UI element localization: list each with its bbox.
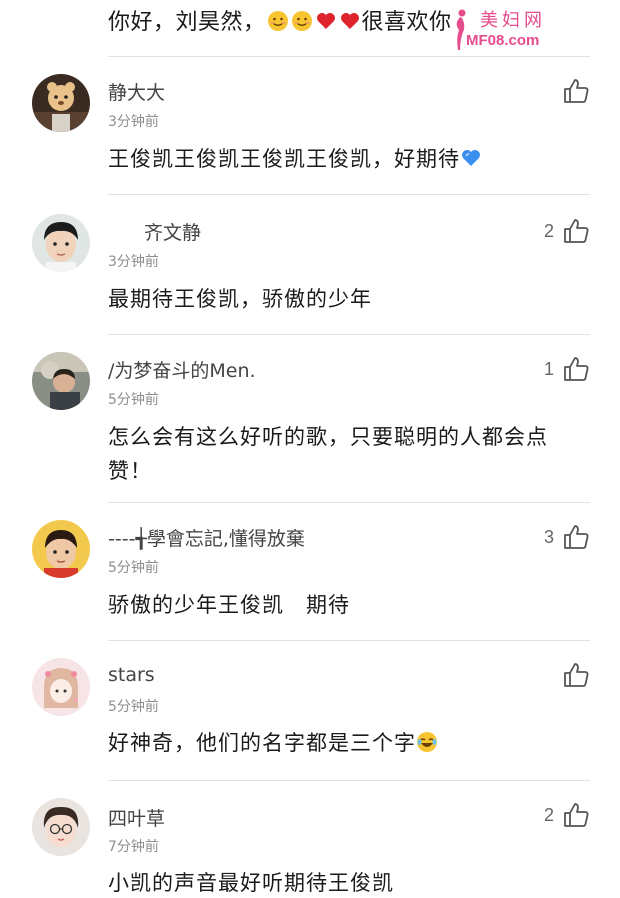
comment-text: 小凯的声音最好听期待王俊凯 bbox=[108, 871, 394, 895]
blue-heart-emoji bbox=[462, 150, 480, 166]
comment-feed: 你好，刘昊然， 很喜欢你 美妇网 MF08.com 静大大 3分钟前 王俊凯王俊… bbox=[0, 0, 620, 898]
comment-item: ----╅學會忘記,懂得放棄 5分钟前 3 骄傲的少年王俊凯 期待 bbox=[0, 502, 620, 640]
like-button[interactable] bbox=[554, 660, 590, 690]
comment-item: 四叶草 7分钟前 2 小凯的声音最好听期待王俊凯 bbox=[0, 780, 620, 898]
like-button[interactable]: 1 bbox=[544, 354, 590, 384]
avatar-image bbox=[32, 520, 90, 578]
like-button[interactable] bbox=[554, 76, 590, 106]
avatar[interactable] bbox=[32, 520, 90, 578]
thumbs-up-icon bbox=[564, 79, 589, 103]
top-comment-text-after: 很喜欢你 bbox=[361, 10, 452, 35]
avatar[interactable] bbox=[32, 214, 90, 272]
comment-item: /为梦奋斗的Men. 5分钟前 1 怎么会有这么好听的歌，只要聪明的人都会点赞！ bbox=[0, 334, 620, 502]
smile-emoji bbox=[291, 11, 312, 31]
like-button[interactable]: 3 bbox=[544, 522, 590, 552]
site-watermark: 美妇网 MF08.com bbox=[456, 6, 566, 54]
comment-content: 最期待王俊凯，骄傲的少年 bbox=[108, 282, 588, 316]
username[interactable]: ----╅學會忘記,懂得放棄 bbox=[108, 524, 305, 551]
thumbs-up-icon bbox=[564, 525, 589, 549]
comment-text: 骄傲的少年王俊凯 期待 bbox=[108, 593, 350, 617]
comment-item: stars 5分钟前 好神奇，他们的名字都是三个字 bbox=[0, 640, 620, 780]
avatar[interactable] bbox=[32, 74, 90, 132]
comment-content: 小凯的声音最好听期待王俊凯 bbox=[108, 866, 588, 898]
timestamp: 7分钟前 bbox=[108, 839, 159, 855]
username[interactable]: 四叶草 bbox=[108, 804, 165, 831]
like-count: 3 bbox=[543, 526, 554, 547]
like-count: 1 bbox=[543, 358, 554, 379]
like-count: 2 bbox=[543, 220, 554, 241]
timestamp: 3分钟前 bbox=[108, 114, 159, 130]
comment-text: 好神奇，他们的名字都是三个字 bbox=[108, 731, 416, 755]
timestamp: 5分钟前 bbox=[108, 560, 159, 576]
username[interactable]: stars bbox=[108, 664, 155, 686]
thumbs-up-icon bbox=[564, 803, 589, 827]
avatar-image bbox=[32, 74, 90, 132]
comment-item: 静大大 3分钟前 王俊凯王俊凯王俊凯王俊凯，好期待 bbox=[0, 56, 620, 194]
comment-text: 最期待王俊凯，骄傲的少年 bbox=[108, 287, 372, 311]
like-button[interactable]: 2 bbox=[544, 800, 590, 830]
avatar[interactable] bbox=[32, 798, 90, 856]
thumbs-up-icon bbox=[564, 663, 589, 687]
like-count: 2 bbox=[543, 804, 554, 825]
watermark-url: MF08.com bbox=[466, 32, 540, 49]
timestamp: 5分钟前 bbox=[108, 699, 159, 715]
watermark-title: 美妇网 bbox=[480, 10, 546, 31]
thumbs-up-icon bbox=[564, 219, 589, 243]
thumbs-up-icon bbox=[564, 357, 589, 381]
avatar-image bbox=[32, 798, 90, 856]
comment-content: 怎么会有这么好听的歌，只要聪明的人都会点赞！ bbox=[108, 420, 578, 488]
avatar-image bbox=[32, 658, 90, 716]
avatar-image bbox=[32, 214, 90, 272]
laughing-tears-emoji bbox=[417, 732, 437, 752]
heart-emoji bbox=[316, 13, 335, 29]
avatar-image bbox=[32, 352, 90, 410]
comment-item: 齐文静 3分钟前 2 最期待王俊凯，骄傲的少年 bbox=[0, 194, 620, 334]
comment-text: 王俊凯王俊凯王俊凯王俊凯，好期待 bbox=[108, 147, 460, 171]
avatar[interactable] bbox=[32, 352, 90, 410]
avatar[interactable] bbox=[32, 658, 90, 716]
smile-emoji bbox=[267, 11, 288, 31]
top-comment-text-before: 你好，刘昊然， bbox=[108, 10, 266, 35]
timestamp: 5分钟前 bbox=[108, 392, 159, 408]
username[interactable]: 齐文静 bbox=[144, 218, 201, 245]
username[interactable]: 静大大 bbox=[108, 78, 165, 105]
comment-content: 王俊凯王俊凯王俊凯王俊凯，好期待 bbox=[108, 142, 588, 176]
comment-content: 好神奇，他们的名字都是三个字 bbox=[108, 726, 588, 760]
top-comment-text: 你好，刘昊然， 很喜欢你 bbox=[108, 4, 452, 36]
like-button[interactable]: 2 bbox=[544, 216, 590, 246]
comment-text: 怎么会有这么好听的歌，只要聪明的人都会点赞！ bbox=[108, 425, 548, 483]
timestamp: 3分钟前 bbox=[108, 254, 159, 270]
username[interactable]: /为梦奋斗的Men. bbox=[108, 356, 256, 383]
comment-content: 骄傲的少年王俊凯 期待 bbox=[108, 588, 588, 622]
heart-emoji bbox=[340, 13, 359, 29]
